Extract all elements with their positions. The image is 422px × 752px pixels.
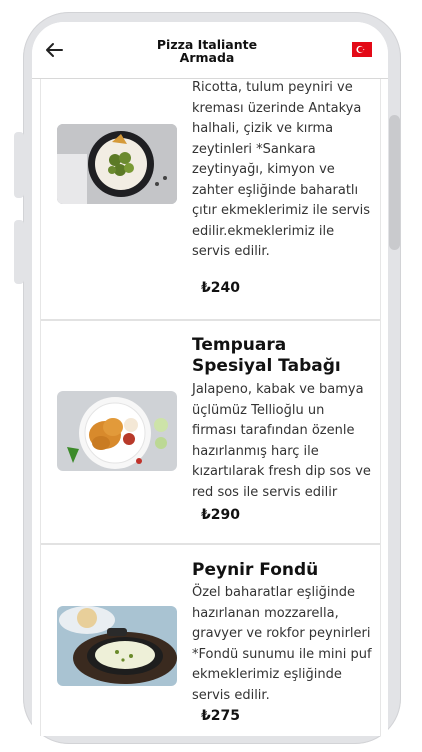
restaurant-title: Pizza Italiante Armada — [156, 37, 258, 65]
top-bar: Pizza Italiante Armada — [32, 22, 388, 79]
phone-side-button — [14, 220, 24, 284]
menu-list: Ricotta, tulum peyniri ve kreması üzerin… — [40, 78, 381, 736]
dish-price: ₺240 — [201, 280, 240, 296]
dish-price: ₺290 — [201, 507, 240, 523]
dish-image — [57, 391, 177, 471]
dish-description: Özel baharatlar eşliğinde hazırlanan moz… — [192, 585, 372, 703]
dish-name: Peynir Fondü — [192, 560, 319, 580]
dish-price: ₺275 — [201, 708, 240, 724]
dish-description: Jalapeno, kabak ve bamya üçlümüz Tellioğ… — [192, 382, 371, 500]
dish-image — [57, 124, 177, 204]
dish-description: Ricotta, tulum peyniri ve kreması üzerin… — [192, 80, 371, 259]
list-item[interactable]: Ricotta, tulum peyniri ve kreması üzerin… — [41, 78, 380, 298]
dish-image — [57, 606, 177, 686]
turkey-flag-icon[interactable] — [352, 42, 372, 57]
list-item[interactable]: Peynir Fondü Özel baharatlar eşliğinde h… — [41, 545, 380, 736]
scrollbar-thumb[interactable] — [389, 115, 400, 250]
app-screen: Pizza Italiante Armada Ricotta, tulum pe… — [32, 22, 388, 736]
phone-side-button — [14, 132, 24, 198]
dish-name: Tempuara Spesiyal Tabağı — [192, 335, 341, 376]
list-item[interactable]: Tempuara Spesiyal Tabağı Jalapeno, kabak… — [41, 321, 380, 543]
arrow-left-icon[interactable] — [44, 40, 66, 60]
